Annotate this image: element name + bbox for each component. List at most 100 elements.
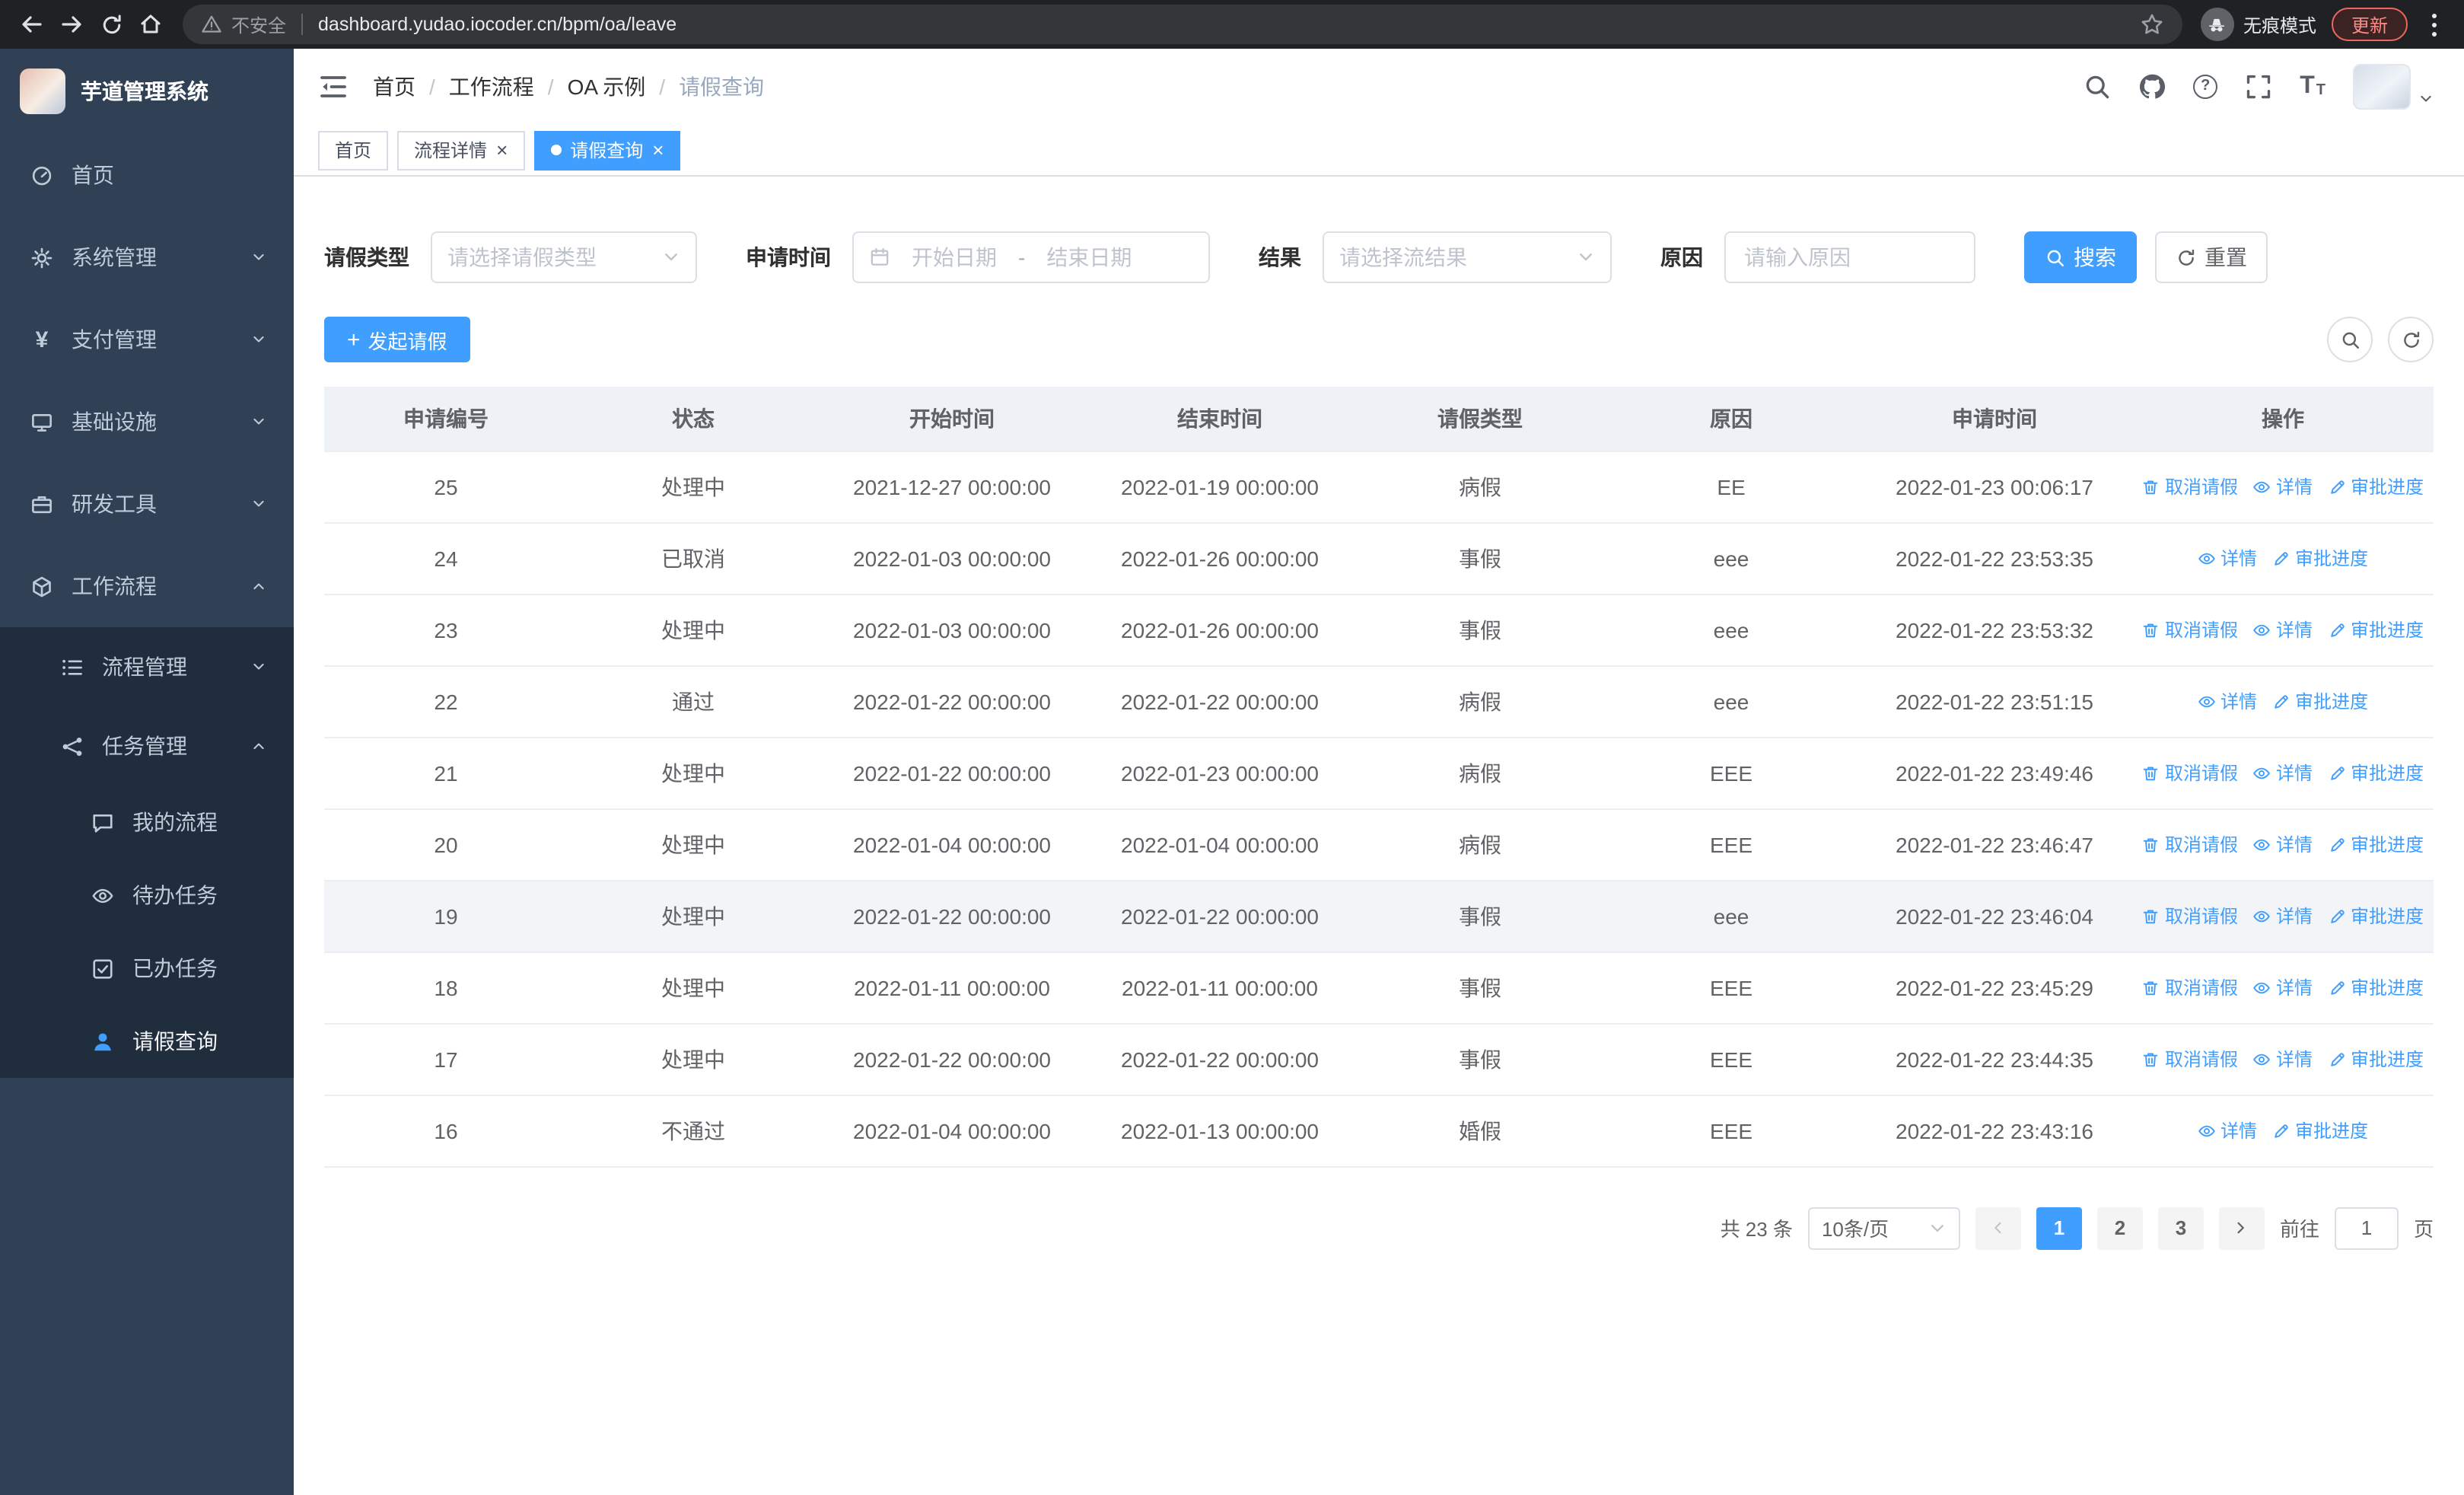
sidebar-item-workflow[interactable]: 工作流程 bbox=[0, 545, 294, 627]
start-date-input[interactable] bbox=[896, 245, 1012, 269]
font-size-icon[interactable]: TT bbox=[2300, 74, 2326, 99]
approval-progress-link[interactable]: 审批进度 bbox=[2328, 903, 2424, 929]
browser-forward-button[interactable] bbox=[52, 5, 91, 44]
chevron-right-icon bbox=[2233, 1219, 2250, 1236]
detail-link[interactable]: 详情 bbox=[2198, 545, 2257, 571]
user-avatar[interactable] bbox=[2353, 64, 2411, 110]
approval-progress-link[interactable]: 审批进度 bbox=[2328, 760, 2424, 786]
cancel-leave-link[interactable]: 取消请假 bbox=[2142, 1046, 2238, 1072]
detail-link[interactable]: 详情 bbox=[2253, 974, 2313, 1000]
browser-home-button[interactable] bbox=[131, 5, 170, 44]
detail-link[interactable]: 详情 bbox=[2198, 688, 2257, 714]
search-icon[interactable] bbox=[2084, 73, 2111, 100]
breadcrumb-oa-example[interactable]: OA 示例 bbox=[534, 72, 646, 102]
approval-progress-link[interactable]: 审批进度 bbox=[2272, 1117, 2368, 1143]
detail-link[interactable]: 详情 bbox=[2253, 760, 2313, 786]
user-menu[interactable] bbox=[2353, 64, 2434, 110]
sidebar-item-my-process[interactable]: 我的流程 bbox=[0, 786, 294, 859]
tab-home[interactable]: 首页 bbox=[318, 130, 389, 170]
cancel-leave-link[interactable]: 取消请假 bbox=[2142, 831, 2238, 857]
browser-back-button[interactable] bbox=[12, 5, 52, 44]
refresh-table-button[interactable] bbox=[2388, 317, 2434, 362]
detail-link[interactable]: 详情 bbox=[2253, 1046, 2313, 1072]
sidebar-item-dev-tools[interactable]: 研发工具 bbox=[0, 463, 294, 545]
url-text[interactable]: dashboard.yudao.iocoder.cn/bpm/oa/leave bbox=[318, 14, 2128, 35]
bookmark-star-icon[interactable] bbox=[2140, 12, 2164, 37]
tab-process-detail[interactable]: 流程详情 × bbox=[397, 130, 525, 170]
browser-reload-button[interactable] bbox=[91, 5, 131, 44]
breadcrumb-workflow[interactable]: 工作流程 bbox=[415, 72, 534, 102]
sidebar-item-home[interactable]: 首页 bbox=[0, 134, 294, 216]
cell-start-time: 2022-01-04 00:00:00 bbox=[819, 808, 1085, 881]
sidebar-item-infrastructure[interactable]: 基础设施 bbox=[0, 381, 294, 463]
cell-apply-time: 2022-01-22 23:53:32 bbox=[1857, 594, 2132, 666]
sidebar-item-payment-management[interactable]: ¥ 支付管理 bbox=[0, 298, 294, 381]
cell-status: 处理中 bbox=[568, 594, 819, 666]
github-icon[interactable] bbox=[2138, 73, 2166, 100]
security-label[interactable]: 不安全 bbox=[231, 11, 286, 37]
detail-link[interactable]: 详情 bbox=[2253, 473, 2313, 499]
prev-page-button[interactable] bbox=[1975, 1207, 2021, 1249]
approval-progress-link[interactable]: 审批进度 bbox=[2272, 688, 2368, 714]
cell-apply-time: 2022-01-22 23:44:35 bbox=[1857, 1023, 2132, 1095]
page-1-button[interactable]: 1 bbox=[2036, 1207, 2082, 1249]
sidebar-item-done-tasks[interactable]: 已办任务 bbox=[0, 932, 294, 1005]
sidebar-collapse-icon[interactable] bbox=[318, 72, 349, 102]
close-icon[interactable]: × bbox=[496, 140, 508, 160]
cancel-leave-link[interactable]: 取消请假 bbox=[2142, 617, 2238, 642]
result-select[interactable]: 请选择流结果 bbox=[1323, 231, 1612, 283]
row-actions: 详情 审批进度 bbox=[2138, 1117, 2427, 1143]
cancel-leave-link[interactable]: 取消请假 bbox=[2142, 974, 2238, 1000]
approval-progress-link[interactable]: 审批进度 bbox=[2328, 974, 2424, 1000]
detail-link[interactable]: 详情 bbox=[2253, 617, 2313, 642]
leave-type-select[interactable]: 请选择请假类型 bbox=[431, 231, 697, 283]
cell-status: 处理中 bbox=[568, 880, 819, 952]
help-icon[interactable]: ? bbox=[2193, 75, 2218, 99]
approval-progress-link[interactable]: 审批进度 bbox=[2328, 473, 2424, 499]
eye-icon bbox=[2198, 1121, 2216, 1140]
tab-leave-query[interactable]: 请假查询 × bbox=[533, 130, 681, 170]
cancel-leave-link[interactable]: 取消请假 bbox=[2142, 760, 2238, 786]
detail-link[interactable]: 详情 bbox=[2198, 1117, 2257, 1143]
approval-progress-link[interactable]: 审批进度 bbox=[2328, 831, 2424, 857]
chat-icon bbox=[91, 811, 114, 834]
sidebar-item-system-management[interactable]: 系统管理 bbox=[0, 216, 294, 298]
next-page-button[interactable] bbox=[2218, 1207, 2265, 1249]
cell-actions: 取消请假 详情 审批进度 bbox=[2132, 737, 2434, 809]
close-icon[interactable]: × bbox=[652, 140, 664, 160]
edit-icon bbox=[2328, 978, 2346, 996]
fullscreen-icon[interactable] bbox=[2245, 73, 2272, 100]
apply-time-range-picker[interactable]: - bbox=[852, 231, 1210, 283]
search-button[interactable]: 搜索 bbox=[2024, 231, 2137, 283]
browser-menu-icon[interactable] bbox=[2423, 7, 2446, 42]
create-leave-button[interactable]: + 发起请假 bbox=[324, 317, 470, 362]
sidebar-item-process-management[interactable]: 流程管理 bbox=[0, 627, 294, 706]
toggle-search-button[interactable] bbox=[2327, 317, 2373, 362]
row-actions: 详情 审批进度 bbox=[2138, 545, 2427, 571]
table-row: 22 通过 2022-01-22 00:00:00 2022-01-22 00:… bbox=[324, 665, 2434, 738]
trash-icon bbox=[2142, 763, 2160, 782]
detail-link[interactable]: 详情 bbox=[2253, 831, 2313, 857]
cancel-leave-link[interactable]: 取消请假 bbox=[2142, 473, 2238, 499]
edit-icon bbox=[2328, 835, 2346, 853]
address-bar[interactable]: 不安全 dashboard.yudao.iocoder.cn/bpm/oa/le… bbox=[183, 5, 2182, 44]
cell-actions: 取消请假 详情 审批进度 bbox=[2132, 594, 2434, 666]
reset-button[interactable]: 重置 bbox=[2155, 231, 2268, 283]
page-3-button[interactable]: 3 bbox=[2157, 1207, 2204, 1249]
approval-progress-link[interactable]: 审批进度 bbox=[2328, 617, 2424, 642]
cancel-leave-link[interactable]: 取消请假 bbox=[2142, 903, 2238, 929]
page-size-select[interactable]: 10条/页 bbox=[1807, 1207, 1960, 1249]
detail-link[interactable]: 详情 bbox=[2253, 903, 2313, 929]
approval-progress-link[interactable]: 审批进度 bbox=[2328, 1046, 2424, 1072]
tabs-bar: 首页 流程详情 × 请假查询 × bbox=[294, 125, 2464, 177]
browser-update-button[interactable]: 更新 bbox=[2331, 8, 2408, 41]
reason-input[interactable] bbox=[1726, 245, 1974, 269]
page-2-button[interactable]: 2 bbox=[2096, 1207, 2143, 1249]
sidebar-item-task-management[interactable]: 任务管理 bbox=[0, 706, 294, 786]
approval-progress-link[interactable]: 审批进度 bbox=[2272, 545, 2368, 571]
sidebar-item-todo-tasks[interactable]: 待办任务 bbox=[0, 859, 294, 932]
sidebar-item-leave-query[interactable]: 请假查询 bbox=[0, 1005, 294, 1078]
breadcrumb-home[interactable]: 首页 bbox=[373, 72, 415, 102]
goto-page-input[interactable] bbox=[2334, 1207, 2399, 1249]
end-date-input[interactable] bbox=[1031, 245, 1148, 269]
